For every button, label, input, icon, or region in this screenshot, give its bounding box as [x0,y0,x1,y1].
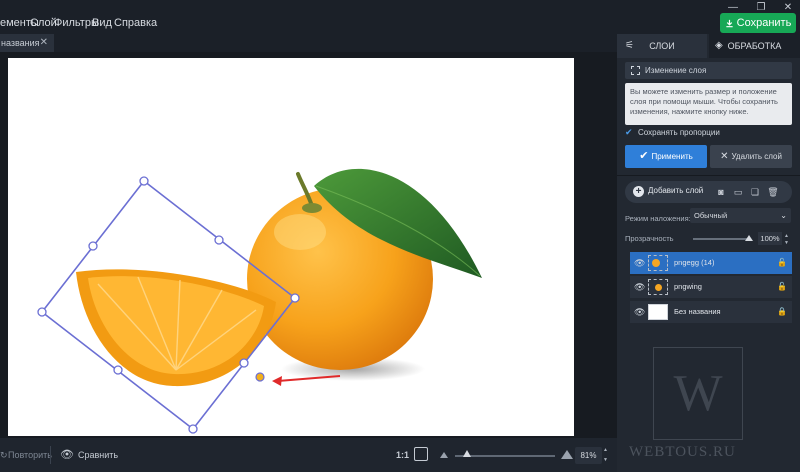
apply-label: Применить [651,152,693,161]
blend-mode-value: Обычный [694,211,728,220]
eye-icon[interactable]: 👁 [634,301,645,323]
download-icon [726,19,733,28]
unlock-icon[interactable]: 🔓 [777,252,787,274]
redo-icon[interactable]: ↻ [0,450,8,461]
canvas-artwork [37,168,482,434]
compare-button[interactable]: Сравнить [78,450,118,460]
info-message: Вы можете изменить размер и положение сл… [625,83,792,125]
document-tab[interactable]: названия ✕ [0,34,54,52]
right-panel: ⚟ СЛОИ ◈ ОБРАБОТКА Изменение слоя Вы мож… [617,34,800,472]
folder-icon[interactable]: ▭ [732,186,744,198]
sliders-icon: ⚟ [625,40,634,51]
orange-calyx [302,203,322,213]
workspace [0,52,617,438]
layer-row[interactable]: 👁 Без названия 🔒 [630,301,792,323]
opacity-value-field[interactable]: 100% [758,232,782,245]
blend-mode-label: Режим наложения: [625,214,691,223]
eye-icon[interactable]: 👁 [634,252,645,274]
layer-thumbnail [648,279,668,295]
opacity-up-icon[interactable]: ▲ [784,233,790,239]
document-tab-title: названия [1,38,40,48]
keep-proportions-label: Сохранять пропорции [638,128,720,137]
layer-row[interactable]: 👁 pngegg (14) 🔓 [630,252,792,274]
menu-help[interactable]: Справка [114,17,157,29]
redo-button[interactable]: Повторить [8,450,52,460]
zoom-down-icon[interactable]: ▼ [603,457,608,463]
rotate-handle[interactable] [255,372,265,382]
tab-processing[interactable]: ◈ ОБРАБОТКА [709,34,800,58]
fit-screen-icon[interactable] [414,447,428,461]
keep-proportions-checkbox[interactable]: ✔ Сохранять пропорции [625,127,720,138]
document-tabbar: названия ✕ [0,34,617,52]
eye-compare-icon[interactable]: 👁 [60,448,74,461]
close-tab-icon[interactable]: ✕ [40,34,48,52]
actual-size-button[interactable]: 1:1 [396,450,409,460]
resize-layer-button[interactable]: Изменение слоя [625,62,792,79]
layers-stack-icon: ◈ [715,40,723,51]
mask-icon[interactable]: ◙ [715,186,727,198]
dashed-rect-icon [631,66,640,75]
panel-divider [617,175,800,176]
save-label: Сохранить [736,17,792,29]
image-canvas[interactable] [8,58,574,436]
chevron-down-icon: ⌄ [780,211,787,220]
layer-toolbar: + Добавить слой ◙ ▭ ❏ 🗑 [625,181,792,203]
eye-icon[interactable]: 👁 [634,276,645,298]
duplicate-icon[interactable]: ❏ [749,186,761,198]
x-icon: ✕ [720,151,729,162]
unlock-icon[interactable]: 🔓 [777,276,787,298]
check-icon: ✔ [625,127,633,137]
resize-layer-label: Изменение слоя [645,66,707,75]
zoom-level-field[interactable]: 81% [575,447,602,464]
lock-icon[interactable]: 🔒 [777,301,787,323]
delete-layer-label: Удалить слой [731,152,782,161]
layer-name: pngwing [674,282,702,291]
save-button[interactable]: Сохранить [720,13,796,33]
trash-icon[interactable]: 🗑 [767,186,779,198]
layer-name: pngegg (14) [674,258,715,267]
add-circle-icon[interactable]: + [633,186,644,197]
layer-thumbnail [648,255,668,271]
zoom-slider-thumb[interactable] [463,450,471,457]
apply-button[interactable]: ✔ Применить [625,145,707,168]
layer-name: Без названия [674,307,721,316]
menu-layer[interactable]: Слой [30,17,57,29]
zoom-out-icon[interactable] [440,452,448,458]
bottom-toolbar: ↻ Повторить 👁 Сравнить 1:1 81% ▲ ▼ [0,438,617,472]
layer-row[interactable]: 👁 pngwing 🔓 [630,276,792,298]
orange-highlight [274,214,326,250]
opacity-label: Прозрачность [625,234,674,243]
menubar: ементы Слой Фильтры Вид Справка — ❐ ✕ Со… [0,0,800,34]
delete-layer-button[interactable]: ✕ Удалить слой [710,145,792,168]
zoom-in-icon[interactable] [561,450,573,459]
watermark-text: WEBTOUS.RU [629,444,736,460]
layer-thumbnail [648,304,668,320]
add-layer-button[interactable]: Добавить слой [648,186,703,195]
checkmark-icon: ✔ [639,150,649,162]
opacity-down-icon[interactable]: ▼ [784,240,790,246]
opacity-slider-track[interactable] [693,238,751,240]
blend-mode-select[interactable]: Обычный ⌄ [690,208,791,223]
opacity-slider-thumb[interactable] [745,235,753,241]
zoom-up-icon[interactable]: ▲ [603,447,608,453]
menu-view[interactable]: Вид [92,17,112,29]
bottom-divider [50,446,51,464]
annotation-arrowhead [272,376,282,386]
tab-processing-label: ОБРАБОТКА [727,41,782,51]
tab-layers-label: СЛОИ [649,41,675,51]
watermark-letter: W [673,365,723,422]
tab-layers[interactable]: ⚟ СЛОИ [617,34,707,58]
